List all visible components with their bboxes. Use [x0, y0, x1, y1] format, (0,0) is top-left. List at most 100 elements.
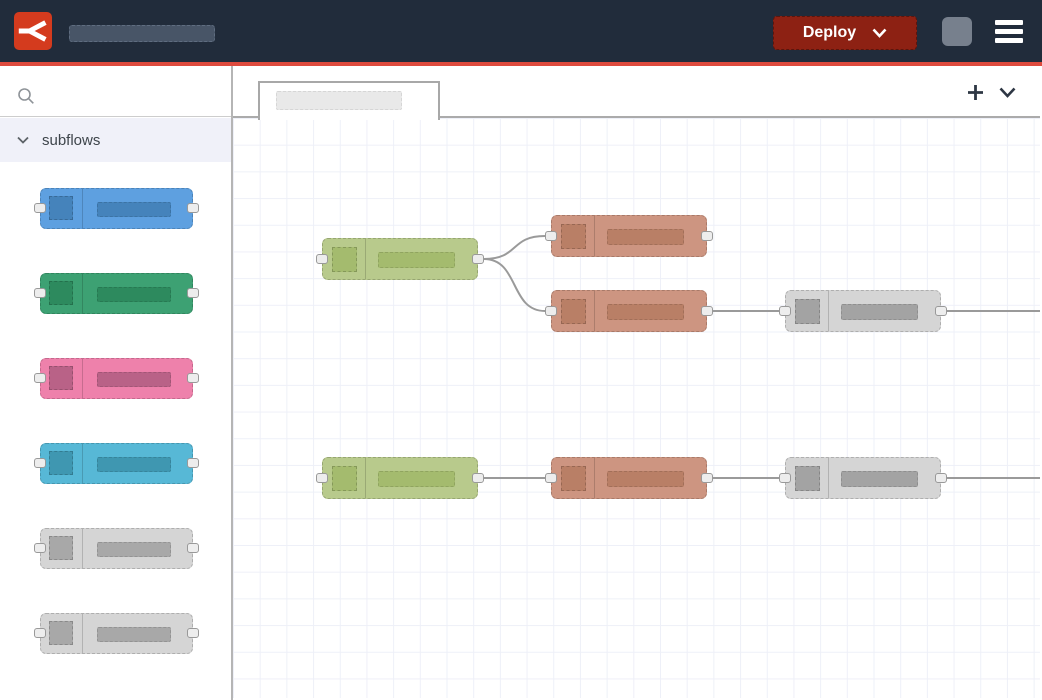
- flow-tab-label-placeholder: [276, 91, 402, 110]
- node-icon: [795, 299, 820, 324]
- node-icon: [49, 451, 73, 475]
- node-label-placeholder: [97, 287, 171, 302]
- node-label-placeholder: [97, 372, 171, 387]
- node-icon-separator: [82, 444, 83, 483]
- menu-icon[interactable]: [995, 20, 1023, 43]
- node-label-placeholder: [607, 471, 684, 487]
- node-icon: [795, 466, 820, 491]
- node-port-output[interactable]: [472, 473, 484, 483]
- node-port-output[interactable]: [187, 543, 199, 553]
- node-label-placeholder: [841, 304, 918, 320]
- node-port-output[interactable]: [187, 203, 199, 213]
- palette-category-subflows[interactable]: subflows: [0, 118, 231, 162]
- node-port-input[interactable]: [545, 231, 557, 241]
- canvas-node-salmon-2[interactable]: [551, 290, 707, 332]
- node-icon: [49, 281, 73, 305]
- node-port-output[interactable]: [701, 231, 713, 241]
- palette-search[interactable]: [0, 66, 231, 117]
- node-red-logo-icon[interactable]: [14, 12, 52, 50]
- node-port-input[interactable]: [34, 543, 46, 553]
- palette-node-subflow-gray-2[interactable]: [40, 613, 193, 654]
- node-icon-separator: [594, 291, 595, 331]
- node-label-placeholder: [97, 542, 171, 557]
- canvas-node-gray-2[interactable]: [785, 457, 941, 499]
- category-label: subflows: [42, 132, 100, 149]
- node-icon: [49, 366, 73, 390]
- node-port-output[interactable]: [472, 254, 484, 264]
- node-label-placeholder: [607, 229, 684, 245]
- node-icon-separator: [365, 239, 366, 279]
- node-palette: subflows: [0, 66, 233, 700]
- node-port-output[interactable]: [187, 288, 199, 298]
- deploy-button[interactable]: Deploy: [773, 16, 917, 50]
- node-port-output[interactable]: [187, 458, 199, 468]
- node-port-input[interactable]: [34, 288, 46, 298]
- node-port-input[interactable]: [779, 473, 791, 483]
- palette-node-subflow-pink[interactable]: [40, 358, 193, 399]
- node-port-output[interactable]: [935, 473, 947, 483]
- canvas-node-gray-1[interactable]: [785, 290, 941, 332]
- palette-node-subflow-gray-1[interactable]: [40, 528, 193, 569]
- palette-node-subflow-green[interactable]: [40, 273, 193, 314]
- canvas-node-salmon-3[interactable]: [551, 457, 707, 499]
- node-port-input[interactable]: [34, 203, 46, 213]
- chevron-down-icon: [17, 136, 29, 144]
- node-label-placeholder: [378, 471, 455, 487]
- node-port-output[interactable]: [187, 628, 199, 638]
- node-icon-separator: [82, 274, 83, 313]
- canvas-node-olive-1[interactable]: [322, 238, 478, 280]
- node-port-input[interactable]: [316, 473, 328, 483]
- node-label-placeholder: [97, 202, 171, 217]
- node-port-input[interactable]: [34, 458, 46, 468]
- node-icon-separator: [365, 458, 366, 498]
- node-icon: [332, 466, 357, 491]
- wire[interactable]: [484, 236, 545, 259]
- node-label-placeholder: [97, 457, 171, 472]
- node-label-placeholder: [378, 252, 455, 268]
- user-avatar[interactable]: [942, 17, 972, 46]
- node-label-placeholder: [841, 471, 918, 487]
- node-port-input[interactable]: [545, 473, 557, 483]
- node-icon: [332, 247, 357, 272]
- canvas-node-salmon-1[interactable]: [551, 215, 707, 257]
- node-port-input[interactable]: [779, 306, 791, 316]
- node-icon-separator: [828, 458, 829, 498]
- canvas-node-olive-2[interactable]: [322, 457, 478, 499]
- node-icon-separator: [828, 291, 829, 331]
- node-icon-separator: [82, 529, 83, 568]
- node-icon-separator: [82, 189, 83, 228]
- node-label-placeholder: [607, 304, 684, 320]
- header-title-placeholder: [69, 25, 215, 42]
- flow-canvas[interactable]: [233, 118, 1040, 698]
- fork-glyph: [17, 15, 49, 47]
- node-port-output[interactable]: [701, 473, 713, 483]
- node-icon: [561, 224, 586, 249]
- add-flow-plus-icon[interactable]: [967, 84, 984, 101]
- node-icon-separator: [82, 359, 83, 398]
- palette-node-subflow-cyan[interactable]: [40, 443, 193, 484]
- node-port-output[interactable]: [187, 373, 199, 383]
- node-port-input[interactable]: [545, 306, 557, 316]
- node-icon-separator: [594, 458, 595, 498]
- node-icon: [561, 466, 586, 491]
- node-port-output[interactable]: [935, 306, 947, 316]
- tab-actions: [967, 84, 1016, 101]
- node-label-placeholder: [97, 627, 171, 642]
- palette-item-list: [0, 162, 231, 700]
- node-icon: [561, 299, 586, 324]
- node-port-input[interactable]: [34, 373, 46, 383]
- node-port-input[interactable]: [34, 628, 46, 638]
- node-icon-separator: [82, 614, 83, 653]
- flow-tab[interactable]: [258, 81, 440, 120]
- flow-list-chevron-down-icon[interactable]: [999, 87, 1016, 98]
- chevron-down-icon: [872, 28, 887, 38]
- search-icon: [17, 87, 35, 105]
- palette-node-subflow-blue[interactable]: [40, 188, 193, 229]
- node-port-input[interactable]: [316, 254, 328, 264]
- wire-layer: [233, 118, 1040, 698]
- node-port-output[interactable]: [701, 306, 713, 316]
- node-icon: [49, 536, 73, 560]
- workspace: [233, 66, 1040, 700]
- header: Deploy: [0, 0, 1042, 62]
- wire[interactable]: [484, 259, 545, 311]
